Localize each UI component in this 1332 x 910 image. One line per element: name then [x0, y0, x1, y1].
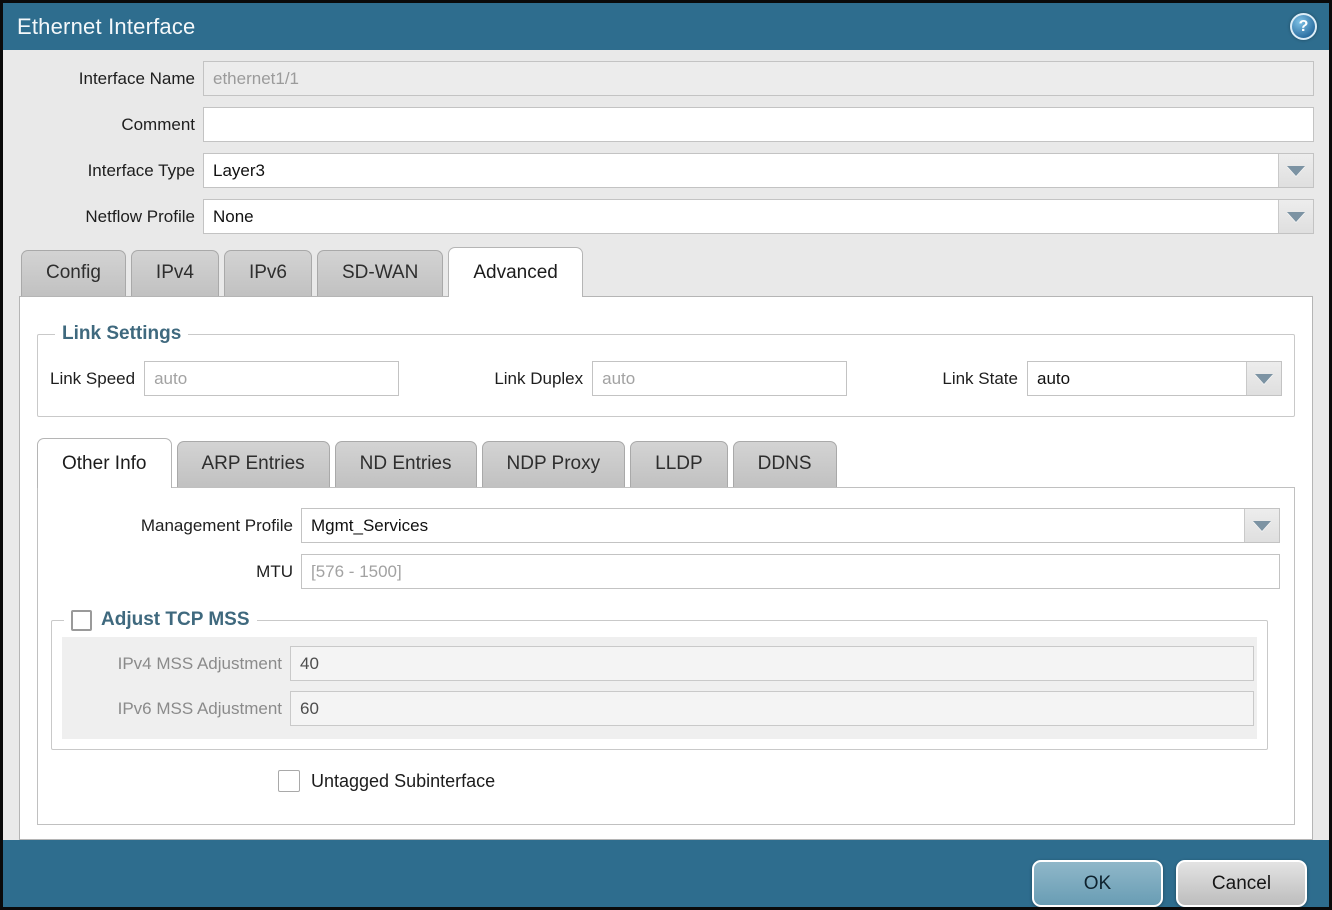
tab-ddns[interactable]: DDNS [733, 441, 837, 487]
interface-type-label: Interface Type [3, 161, 203, 181]
ipv6-mss-input [290, 691, 1254, 726]
management-profile-dropdown-button[interactable] [1244, 509, 1279, 542]
management-profile-label: Management Profile [38, 516, 301, 536]
tab-ndp-proxy[interactable]: NDP Proxy [482, 441, 626, 487]
interface-name-row: Interface Name [3, 61, 1314, 96]
mtu-label: MTU [38, 562, 301, 582]
ethernet-interface-dialog: Ethernet Interface ? Interface Name Comm… [0, 0, 1332, 910]
netflow-profile-value: None [204, 207, 254, 227]
link-duplex-label: Link Duplex [494, 369, 592, 389]
interface-type-row: Interface Type Layer3 [3, 153, 1314, 188]
link-speed-input[interactable] [144, 361, 399, 396]
mss-disabled-box: IPv4 MSS Adjustment IPv6 MSS Adjustment [62, 637, 1257, 739]
management-profile-value: Mgmt_Services [302, 516, 428, 536]
ipv4-mss-row: IPv4 MSS Adjustment [62, 646, 1257, 681]
link-duplex-group: Link Duplex [494, 361, 847, 396]
netflow-profile-select[interactable]: None [203, 199, 1314, 234]
tab-nd-entries[interactable]: ND Entries [335, 441, 477, 487]
mtu-row: MTU [38, 554, 1280, 589]
tab-config[interactable]: Config [21, 250, 126, 296]
tab-lldp[interactable]: LLDP [630, 441, 728, 487]
interface-type-dropdown-button[interactable] [1278, 154, 1313, 187]
other-info-panel: Management Profile Mgmt_Services MTU [37, 487, 1295, 825]
ipv6-mss-label: IPv6 MSS Adjustment [62, 699, 290, 719]
help-icon-glyph: ? [1299, 18, 1309, 36]
dialog-title: Ethernet Interface [17, 14, 195, 40]
main-tab-bar: Config IPv4 IPv6 SD-WAN Advanced [3, 246, 1329, 296]
link-speed-group: Link Speed [50, 361, 399, 396]
link-state-group: Link State auto [942, 361, 1282, 396]
ipv4-mss-input [290, 646, 1254, 681]
cancel-button[interactable]: Cancel [1176, 860, 1307, 907]
comment-input[interactable] [203, 107, 1314, 142]
chevron-down-icon [1287, 212, 1305, 222]
untagged-subinterface-row: Untagged Subinterface [278, 770, 1280, 792]
comment-row: Comment [3, 107, 1314, 142]
link-settings-fieldset: Link Settings Link Speed Link Duplex Lin… [37, 323, 1295, 417]
chevron-down-icon [1287, 166, 1305, 176]
other-info-tab-bar: Other Info ARP Entries ND Entries NDP Pr… [37, 437, 1295, 487]
tab-advanced[interactable]: Advanced [448, 247, 583, 297]
adjust-tcp-mss-fieldset: Adjust TCP MSS IPv4 MSS Adjustment IPv6 … [51, 609, 1268, 750]
link-state-select[interactable]: auto [1027, 361, 1282, 396]
adjust-tcp-mss-legend-text: Adjust TCP MSS [101, 609, 250, 631]
advanced-tab-panel: Link Settings Link Speed Link Duplex Lin… [19, 296, 1313, 840]
chevron-down-icon [1255, 374, 1273, 384]
untagged-subinterface-checkbox[interactable] [278, 770, 300, 792]
dialog-titlebar: Ethernet Interface ? [3, 3, 1329, 50]
link-state-value: auto [1028, 369, 1070, 389]
top-form: Interface Name Comment Interface Type La… [3, 50, 1329, 245]
ipv6-mss-row: IPv6 MSS Adjustment [62, 691, 1257, 726]
tab-sd-wan[interactable]: SD-WAN [317, 250, 443, 296]
dialog-footer: OK Cancel [3, 840, 1329, 910]
untagged-subinterface-label: Untagged Subinterface [311, 771, 495, 792]
tab-ipv6[interactable]: IPv6 [224, 250, 312, 296]
link-state-label: Link State [942, 369, 1027, 389]
management-profile-row: Management Profile Mgmt_Services [38, 508, 1280, 543]
tab-other-info[interactable]: Other Info [37, 438, 172, 488]
netflow-profile-label: Netflow Profile [3, 207, 203, 227]
interface-type-value: Layer3 [204, 161, 265, 181]
interface-name-label: Interface Name [3, 69, 203, 89]
management-profile-select[interactable]: Mgmt_Services [301, 508, 1280, 543]
link-speed-label: Link Speed [50, 369, 144, 389]
tab-arp-entries[interactable]: ARP Entries [177, 441, 330, 487]
netflow-profile-dropdown-button[interactable] [1278, 200, 1313, 233]
interface-type-select[interactable]: Layer3 [203, 153, 1314, 188]
adjust-tcp-mss-checkbox[interactable] [71, 610, 92, 631]
tab-ipv4[interactable]: IPv4 [131, 250, 219, 296]
interface-name-input [203, 61, 1314, 96]
help-icon[interactable]: ? [1290, 13, 1317, 40]
chevron-down-icon [1253, 521, 1271, 531]
link-settings-legend: Link Settings [55, 323, 188, 345]
netflow-profile-row: Netflow Profile None [3, 199, 1314, 234]
link-state-dropdown-button[interactable] [1246, 362, 1281, 395]
comment-label: Comment [3, 115, 203, 135]
adjust-tcp-mss-legend: Adjust TCP MSS [64, 609, 257, 631]
link-duplex-input[interactable] [592, 361, 847, 396]
ok-button[interactable]: OK [1032, 860, 1163, 907]
ipv4-mss-label: IPv4 MSS Adjustment [62, 654, 290, 674]
mtu-input[interactable] [301, 554, 1280, 589]
